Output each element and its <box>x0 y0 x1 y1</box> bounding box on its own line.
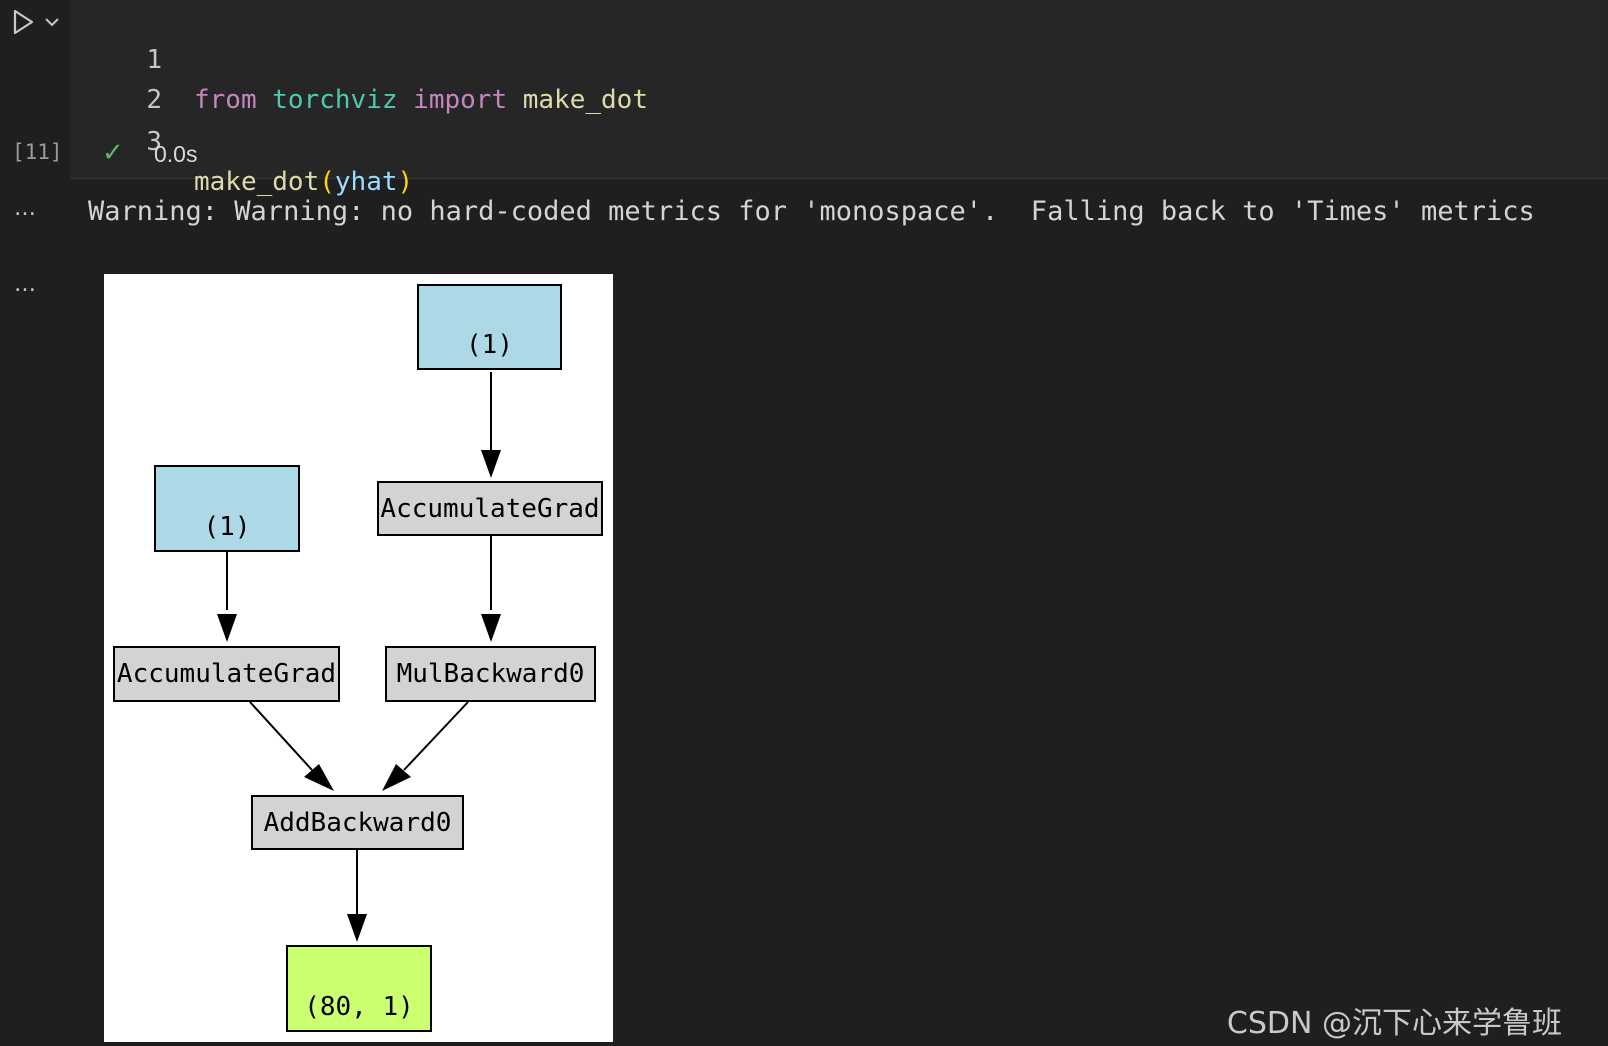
output-2-menu[interactable]: … <box>14 272 37 297</box>
graph-node-tensor: (1) <box>154 465 300 552</box>
arrowhead <box>481 450 501 478</box>
close-paren: ) <box>397 167 414 197</box>
function-call: make_dot <box>194 167 320 197</box>
module-name: torchviz <box>272 85 398 115</box>
check-icon: ✓ <box>102 138 124 168</box>
open-paren: ( <box>319 167 335 197</box>
code-text: from torchviz import make_dot <box>194 80 648 120</box>
warning-output: Warning: Warning: no hard-coded metrics … <box>88 196 1535 227</box>
output-1-menu[interactable]: … <box>14 196 37 221</box>
line-number: 2 <box>146 85 162 115</box>
code-line-2[interactable]: 2 <box>0 40 162 115</box>
arrowhead <box>304 764 334 791</box>
graph-node-tensor: (1) <box>417 284 562 370</box>
arrowhead <box>217 614 237 642</box>
code-line-1[interactable]: 1 from torchviz import make_dot <box>0 0 648 115</box>
code-line-3[interactable]: 3 make_dot(yhat) <box>0 82 413 197</box>
execution-duration: 0.0s <box>154 141 198 167</box>
arrowhead <box>481 614 501 642</box>
graph-node-accumulate-grad: AccumulateGrad <box>377 481 603 536</box>
argument-variable: yhat <box>334 167 398 197</box>
graph-node-add-backward: AddBackward0 <box>251 795 464 850</box>
graph-node-accumulate-grad: AccumulateGrad <box>113 646 340 702</box>
watermark: CSDN @沉下心来学鲁班 <box>1226 1006 1562 1041</box>
keyword-import: import <box>413 85 508 115</box>
keyword-from: from <box>194 85 257 115</box>
graph-node-output-tensor: (80, 1) <box>286 945 432 1032</box>
arrowhead <box>347 914 367 942</box>
edge-mul-to-add <box>403 701 469 771</box>
edge-accum-left-to-add <box>249 701 313 771</box>
graph-node-mul-backward: MulBackward0 <box>385 646 596 702</box>
graph-output: (1) AccumulateGrad (1) AccumulateGrad Mu… <box>104 274 613 1042</box>
function-name: make_dot <box>522 85 648 115</box>
line-number: 1 <box>146 45 162 75</box>
